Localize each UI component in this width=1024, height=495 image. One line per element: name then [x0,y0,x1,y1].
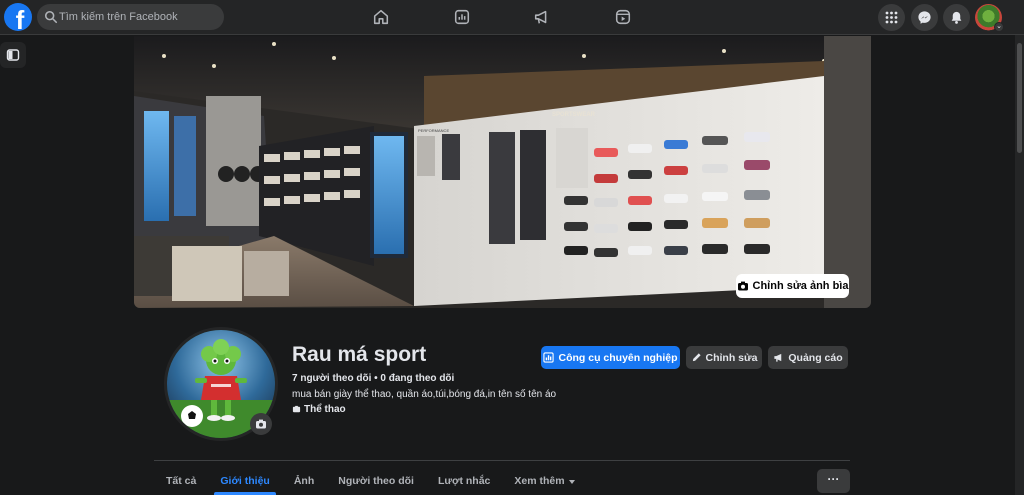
tab-mentions[interactable]: Lượt nhắc [426,468,502,495]
wall-sign: PERFORMANCE [418,128,449,133]
panel-toggle-icon [6,49,20,61]
advertise-button[interactable]: Quảng cáo [768,346,848,369]
profile-tabs: Tất cả Giới thiệu Ảnh Người theo dõi Lượ… [154,468,587,495]
followers-count[interactable]: 7 người theo dõi [292,373,371,384]
update-profile-picture-button[interactable] [250,413,272,435]
reels-icon [615,9,631,25]
camera-icon [737,281,748,291]
page-bio: mua bán giày thể thao, quần áo,túi,bóng … [292,389,557,400]
notifications-button[interactable] [943,4,970,31]
bar-chart-icon [543,352,555,363]
tab-photos[interactable]: Ảnh [282,468,326,495]
edit-page-button[interactable]: Chỉnh sửa [686,346,762,369]
megaphone-icon [774,353,782,362]
page-scrollbar[interactable] [1015,35,1024,495]
scrollbar-thumb[interactable] [1017,43,1022,153]
top-navigation-bar: f ⌄ [0,0,1024,35]
advertise-label: Quảng cáo [788,351,843,364]
facebook-logo[interactable]: f [4,3,32,31]
nav-tab-ads[interactable] [502,0,582,34]
tab-see-more[interactable]: Xem thêm [502,468,586,495]
following-count[interactable]: 0 đang theo dõi [380,373,454,384]
edit-cover-button[interactable]: Chỉnh sửa ảnh bìa [736,274,849,298]
edit-cover-label: Chỉnh sửa ảnh bìa [752,280,849,292]
search-input[interactable] [59,4,219,30]
store-sign: SPORTSWEAR [552,112,596,118]
edit-page-label: Chỉnh sửa [705,351,758,364]
messenger-icon [918,11,931,24]
menu-button[interactable] [878,4,905,31]
professional-tools-button[interactable]: Công cụ chuyên nghiệp [541,346,680,369]
header-divider [154,460,850,461]
cover-photo[interactable]: SPORTSWEAR PERFORMANCE [134,36,871,308]
follow-stats: 7 người theo dõi • 0 đang theo dõi [292,373,454,384]
search-icon [44,10,58,24]
sidebar-toggle-button[interactable] [0,42,26,68]
tab-about[interactable]: Giới thiệu [208,468,281,495]
dashboard-icon [454,9,470,25]
page-title: Rau má sport [292,343,427,366]
megaphone-icon [534,10,547,24]
bell-icon [951,11,962,24]
more-options-button[interactable]: ··· [817,469,850,493]
chevron-down-icon[interactable]: ⌄ [994,22,1004,32]
caret-down-icon [568,480,575,484]
category-label: Thể thao [304,404,346,415]
home-icon [373,9,389,25]
nav-tab-reels[interactable] [583,0,663,34]
camera-icon [256,419,266,429]
menu-grid-icon [885,11,898,24]
nav-tab-dashboard[interactable] [422,0,502,34]
pencil-icon [692,353,701,362]
tab-all[interactable]: Tất cả [154,468,208,495]
nav-tab-home[interactable] [341,0,421,34]
professional-tools-label: Công cụ chuyên nghiệp [558,351,678,364]
messenger-button[interactable] [911,4,938,31]
page-category: Thể thao [292,404,346,415]
store-interior-image: SPORTSWEAR PERFORMANCE [134,36,871,308]
tab-followers[interactable]: Người theo dõi [326,468,426,495]
category-icon [292,405,301,413]
search-box[interactable] [37,4,224,30]
